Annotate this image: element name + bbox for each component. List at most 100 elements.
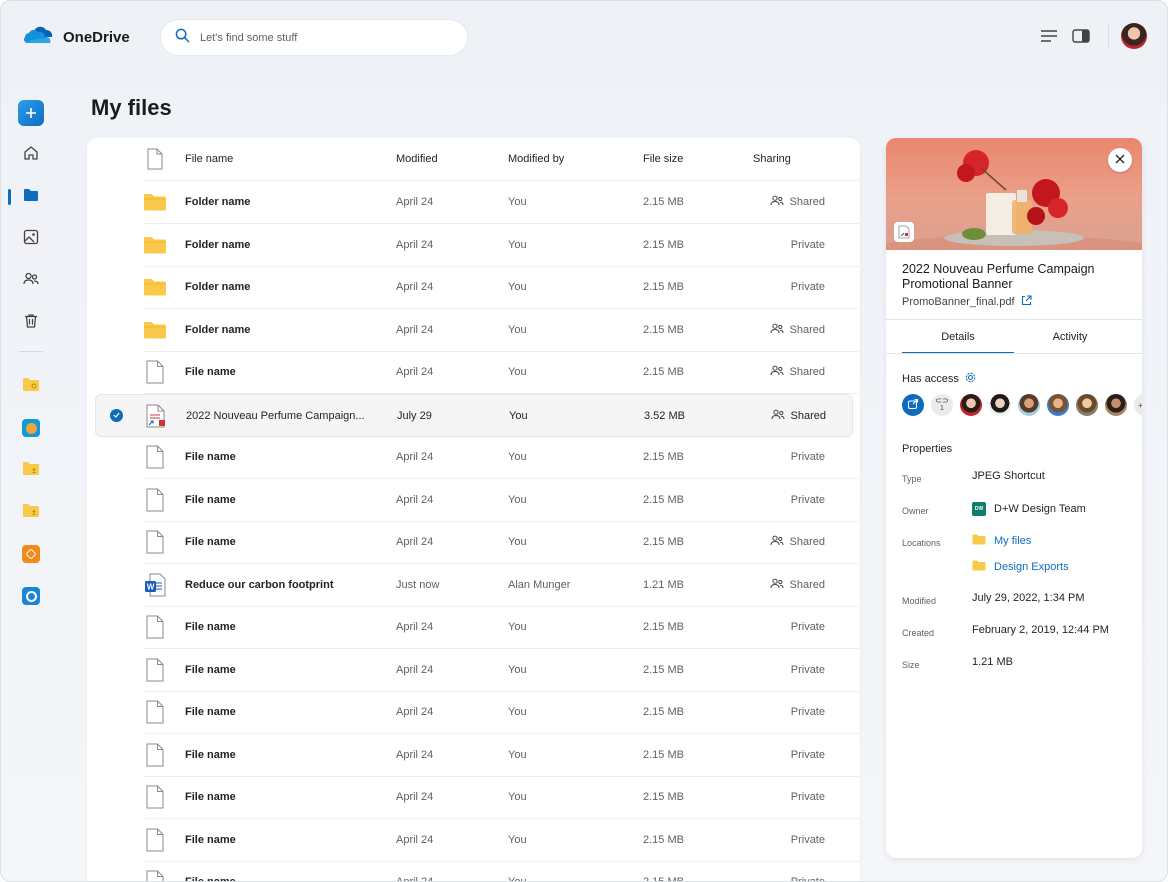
file-name[interactable]: File name xyxy=(185,861,236,881)
sharing-label: Shared xyxy=(789,366,825,378)
file-name[interactable]: File name xyxy=(185,479,236,521)
sharing-status: Shared xyxy=(753,309,825,351)
more-people-badge[interactable]: +13 xyxy=(1134,394,1142,416)
table-row[interactable]: File name April 24 You 2.15 MB Shared xyxy=(143,521,859,564)
file-icon xyxy=(143,649,167,691)
file-name[interactable]: 2022 Nouveau Perfume Campaign... xyxy=(186,395,365,437)
user-avatar[interactable] xyxy=(1121,23,1147,49)
person-avatar[interactable] xyxy=(960,394,982,416)
search-box[interactable] xyxy=(161,20,467,55)
table-row[interactable]: File name April 24 You 2.15 MB Private xyxy=(143,819,859,862)
file-name[interactable]: File name xyxy=(185,691,236,733)
person-avatar[interactable] xyxy=(1018,394,1040,416)
table-row[interactable]: File name April 24 You 2.15 MB Private xyxy=(143,861,859,882)
table-row[interactable]: W Reduce our carbon footprint Just now Alan… xyxy=(143,564,859,607)
file-name[interactable]: Folder name xyxy=(185,309,250,351)
table-row[interactable]: Folder name April 24 You 2.15 MB Shared xyxy=(143,309,859,352)
file-name[interactable]: File name xyxy=(185,819,236,861)
location-my-files[interactable]: My files xyxy=(972,534,1031,548)
type-label: Type xyxy=(902,474,922,484)
column-header-modified-by[interactable]: Modified by xyxy=(508,138,564,180)
nav-shared[interactable] xyxy=(13,263,49,299)
modified-by: You xyxy=(508,621,527,633)
table-row[interactable]: File name April 24 You 2.15 MB Private xyxy=(143,649,859,692)
file-name[interactable]: File name xyxy=(185,734,236,776)
person-avatar[interactable] xyxy=(1076,394,1098,416)
file-name[interactable]: Reduce our carbon footprint xyxy=(185,564,334,606)
table-row-selected[interactable]: 2022 Nouveau Perfume Campaign... July 29 Y… xyxy=(95,393,853,437)
create-new-button[interactable] xyxy=(13,95,49,131)
sharing-status: Private xyxy=(753,649,825,691)
file-name[interactable]: Folder name xyxy=(185,266,250,308)
link-access-badge[interactable]: ⊂⊃ 1 xyxy=(931,394,953,416)
filename-text[interactable]: PromoBanner_final.pdf xyxy=(902,296,1015,308)
column-header-name[interactable]: File name xyxy=(185,138,233,180)
file-name[interactable]: Folder name xyxy=(185,224,250,266)
file-name[interactable]: File name xyxy=(185,776,236,818)
close-details-button[interactable] xyxy=(1108,148,1132,172)
sharing-label: Private xyxy=(790,621,825,633)
file-type-column-icon[interactable] xyxy=(143,138,167,180)
search-input[interactable] xyxy=(200,31,440,44)
table-row[interactable]: File name April 24 You 2.15 MB Private xyxy=(143,776,859,819)
person-avatar[interactable] xyxy=(1105,394,1127,416)
sharing-label: Shared xyxy=(789,196,825,208)
file-name[interactable]: File name xyxy=(185,649,236,691)
table-row[interactable]: File name April 24 You 2.15 MB Private xyxy=(143,436,859,479)
table-row[interactable]: File name April 24 You 2.15 MB Private xyxy=(143,734,859,777)
tab-details[interactable]: Details xyxy=(902,320,1014,354)
folder-icon xyxy=(22,186,40,209)
table-row[interactable]: Folder name April 24 You 2.15 MB Shared xyxy=(143,181,859,224)
locations-label: Locations xyxy=(902,538,941,548)
table-row[interactable]: File name April 24 You 2.15 MB Private xyxy=(143,691,859,734)
nav-shared-folder-1[interactable] xyxy=(13,452,49,488)
tab-activity[interactable]: Activity xyxy=(1014,320,1126,354)
nav-shared-folder-2[interactable] xyxy=(13,494,49,530)
table-row[interactable]: File name April 24 You 2.15 MB Shared xyxy=(143,351,859,394)
sharing-label: Private xyxy=(790,748,825,761)
search-icon xyxy=(175,28,190,48)
file-name[interactable]: File name xyxy=(185,606,236,648)
selected-checkmark-icon[interactable] xyxy=(110,408,123,422)
column-header-sharing[interactable]: Sharing xyxy=(753,138,825,180)
details-pane-toggle-icon[interactable] xyxy=(1070,25,1092,47)
location-design-exports[interactable]: Design Exports xyxy=(972,560,1069,574)
file-name[interactable]: File name xyxy=(185,436,236,478)
file-size: 2.15 MB xyxy=(643,876,684,882)
nav-recycle-bin[interactable] xyxy=(13,305,49,341)
modified-date: July 29 xyxy=(397,409,432,422)
sharing-status: Private xyxy=(753,224,825,266)
file-name[interactable]: Folder name xyxy=(185,181,250,223)
nav-home[interactable] xyxy=(13,137,49,173)
manage-access-gear-icon[interactable] xyxy=(965,372,976,386)
share-button[interactable] xyxy=(902,394,924,416)
nav-app-blue[interactable] xyxy=(13,578,49,614)
properties-heading: Properties xyxy=(902,443,953,455)
nav-my-files[interactable] xyxy=(8,179,49,215)
table-row[interactable]: File name April 24 You 2.15 MB Private xyxy=(143,606,859,649)
owner-value[interactable]: DW D+W Design Team xyxy=(972,502,1086,516)
brand[interactable]: OneDrive xyxy=(23,25,130,50)
sharing-label: Shared xyxy=(789,536,825,548)
table-row[interactable]: Folder name April 24 You 2.15 MB Private xyxy=(143,224,859,267)
nav-photos[interactable] xyxy=(13,221,49,257)
open-external-icon[interactable] xyxy=(1021,295,1032,309)
file-name[interactable]: File name xyxy=(185,521,236,563)
sharing-label: Private xyxy=(790,791,825,803)
column-header-file-size[interactable]: File size xyxy=(643,138,683,180)
nav-favorites-folder[interactable] xyxy=(13,368,49,404)
sharing-label: Private xyxy=(790,281,825,293)
person-avatar[interactable] xyxy=(1047,394,1069,416)
person-avatar[interactable] xyxy=(989,394,1011,416)
nav-app-orange[interactable] xyxy=(13,536,49,572)
table-row[interactable]: Folder name April 24 You 2.15 MB Private xyxy=(143,266,859,309)
column-header-modified[interactable]: Modified xyxy=(396,138,438,180)
table-row[interactable]: File name April 24 You 2.15 MB Private xyxy=(143,479,859,522)
file-name[interactable]: File name xyxy=(185,351,236,393)
modified-date: April 24 xyxy=(396,748,434,761)
plus-icon xyxy=(18,100,44,126)
share-icon xyxy=(907,398,919,412)
view-options-icon[interactable] xyxy=(1038,25,1060,47)
nav-app-mascot[interactable] xyxy=(13,410,49,446)
trash-icon xyxy=(22,312,40,335)
